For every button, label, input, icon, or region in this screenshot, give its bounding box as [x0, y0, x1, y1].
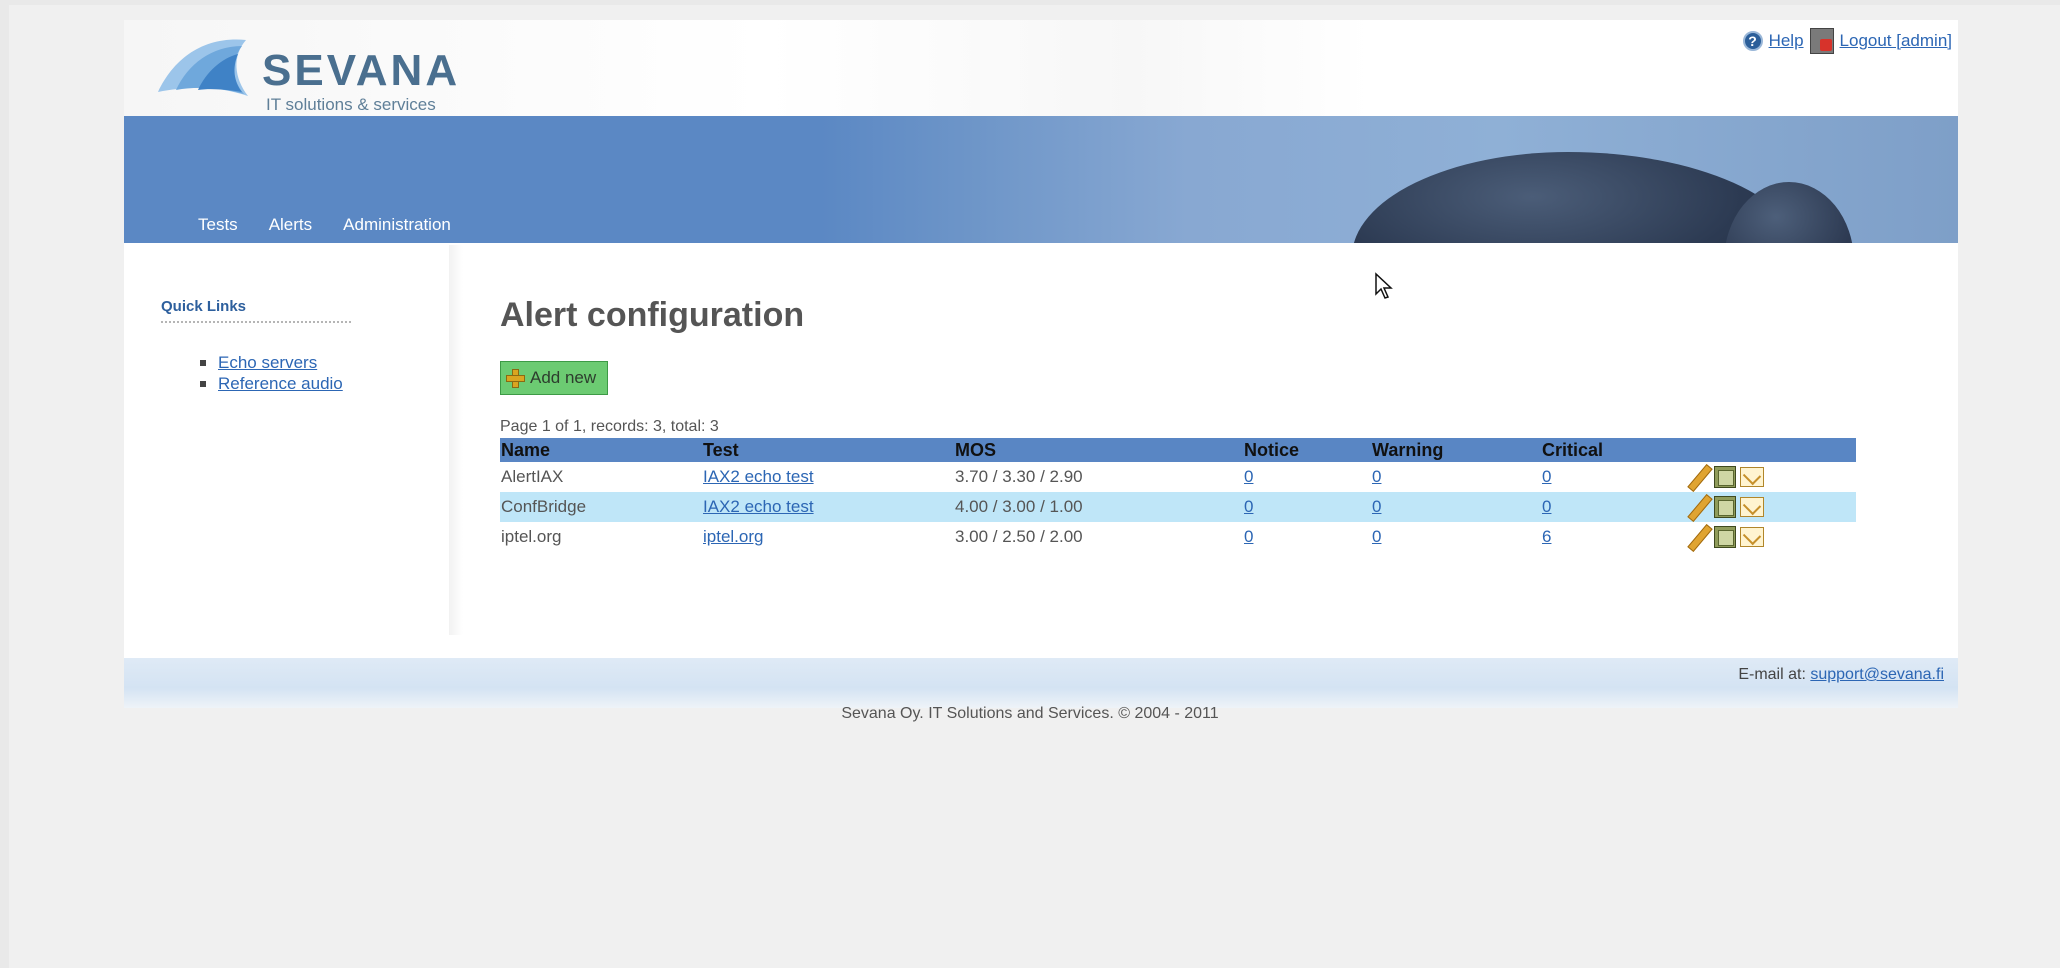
table-header-row: Name Test MOS Notice Warning Critical — [500, 438, 1856, 462]
top-links: ? Help Logout [admin] — [1742, 28, 1952, 54]
column-header-mos[interactable]: MOS — [954, 438, 1243, 462]
cell-notice-link[interactable]: 0 — [1244, 527, 1253, 546]
cell-test-link[interactable]: IAX2 echo test — [703, 467, 814, 486]
quick-links-title: Quick Links — [161, 298, 351, 323]
email-prefix: E-mail at: — [1738, 666, 1811, 683]
column-header-actions — [1685, 438, 1856, 462]
cell-warning-link[interactable]: 0 — [1372, 497, 1381, 516]
copyright-text: Sevana Oy. IT Solutions and Services. © … — [841, 705, 1219, 722]
column-header-critical[interactable]: Critical — [1541, 438, 1685, 462]
table-row: AlertIAX IAX2 echo test 3.70 / 3.30 / 2.… — [500, 462, 1856, 492]
bullet-icon — [200, 380, 206, 387]
column-header-test[interactable]: Test — [702, 438, 954, 462]
column-header-warning[interactable]: Warning — [1371, 438, 1541, 462]
row-actions — [1686, 465, 1855, 489]
logo-wordmark: SEVANA — [262, 46, 461, 95]
logo-tagline: IT solutions & services — [266, 95, 436, 114]
footer-bar — [124, 658, 1958, 708]
column-header-name[interactable]: Name — [500, 438, 702, 462]
logout-link[interactable]: Logout [admin] — [1840, 31, 1952, 51]
logout-icon[interactable] — [1809, 28, 1834, 54]
cell-mos: 3.70 / 3.30 / 2.90 — [955, 467, 1083, 486]
table-row: iptel.org iptel.org 3.00 / 2.50 / 2.00 0… — [500, 522, 1856, 552]
nav-item-administration[interactable]: Administration — [343, 215, 451, 235]
bullet-icon — [200, 359, 206, 366]
table-row: ConfBridge IAX2 echo test 4.00 / 3.00 / … — [500, 492, 1856, 522]
sidebar-divider — [449, 245, 463, 635]
header-top: SEVANA IT solutions & services ? Help Lo… — [124, 20, 1958, 116]
sevana-logo[interactable]: SEVANA IT solutions & services — [154, 28, 474, 118]
cell-test-link[interactable]: iptel.org — [703, 527, 763, 546]
page-title: Alert configuration — [500, 296, 805, 334]
edit-icon[interactable] — [1686, 525, 1710, 549]
edit-icon[interactable] — [1686, 495, 1710, 519]
add-new-button[interactable]: Add new — [500, 361, 608, 395]
row-actions — [1686, 525, 1855, 549]
cell-warning-link[interactable]: 0 — [1372, 527, 1381, 546]
cell-name: ConfBridge — [500, 492, 702, 522]
edit-icon[interactable] — [1686, 465, 1710, 489]
archive-icon[interactable] — [1714, 466, 1736, 488]
help-icon[interactable]: ? — [1742, 31, 1763, 51]
archive-icon[interactable] — [1714, 526, 1736, 548]
main-nav: Tests Alerts Administration — [198, 215, 451, 235]
mouse-cursor-icon — [1375, 272, 1393, 299]
archive-icon[interactable] — [1714, 496, 1736, 518]
cell-critical-link[interactable]: 6 — [1542, 527, 1551, 546]
quick-link-reference-audio[interactable]: Reference audio — [218, 374, 343, 394]
cell-notice-link[interactable]: 0 — [1244, 497, 1253, 516]
cell-warning-link[interactable]: 0 — [1372, 467, 1381, 486]
quick-links-list: Echo servers Reference audio — [200, 352, 343, 394]
cell-name: iptel.org — [501, 527, 562, 546]
email-icon[interactable] — [1740, 527, 1764, 547]
cell-test-link[interactable]: IAX2 echo test — [703, 497, 814, 516]
footer-contact: E-mail at: support@sevana.fi — [1738, 666, 1944, 684]
alert-table: Name Test MOS Notice Warning Critical Al… — [500, 438, 1856, 552]
quick-link-item: Reference audio — [200, 373, 343, 394]
cell-critical-link[interactable]: 0 — [1542, 467, 1551, 486]
column-header-notice[interactable]: Notice — [1243, 438, 1371, 462]
help-link[interactable]: Help — [1769, 31, 1804, 51]
add-new-label: Add new — [530, 368, 597, 387]
nav-item-alerts[interactable]: Alerts — [269, 215, 312, 235]
cell-mos: 4.00 / 3.00 / 1.00 — [954, 492, 1243, 522]
cell-critical-link[interactable]: 0 — [1542, 497, 1551, 516]
logo-wave-icon — [158, 39, 248, 96]
header-banner: Tests Alerts Administration — [124, 116, 1958, 243]
row-actions — [1686, 495, 1855, 519]
email-icon[interactable] — [1740, 497, 1764, 517]
cell-notice-link[interactable]: 0 — [1244, 467, 1253, 486]
cell-mos: 3.00 / 2.50 / 2.00 — [955, 527, 1083, 546]
pager-info: Page 1 of 1, records: 3, total: 3 — [500, 418, 719, 435]
nav-item-tests[interactable]: Tests — [198, 215, 238, 235]
quick-link-item: Echo servers — [200, 352, 343, 373]
support-email-link[interactable]: support@sevana.fi — [1810, 666, 1944, 683]
page-container: SEVANA IT solutions & services ? Help Lo… — [124, 20, 1958, 708]
cell-name: AlertIAX — [501, 467, 564, 486]
plus-icon — [505, 368, 525, 388]
quick-link-echo-servers[interactable]: Echo servers — [218, 353, 317, 373]
email-icon[interactable] — [1740, 467, 1764, 487]
